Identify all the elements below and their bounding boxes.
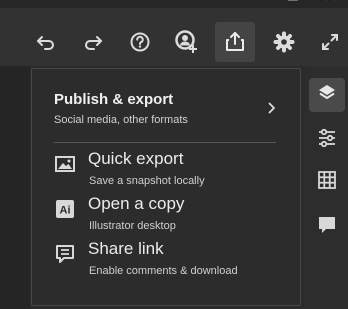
illustrator-badge: Ai (60, 205, 71, 217)
close-icon[interactable] (326, 0, 338, 6)
canvas-area (0, 66, 30, 309)
open-copy-description: Illustrator desktop (89, 220, 176, 232)
quick-export-option[interactable]: Quick export Save a snapshot locally (54, 149, 284, 193)
quick-export-description: Save a snapshot locally (89, 175, 205, 187)
share-link-option[interactable]: Share link Enable comments & download (54, 239, 284, 283)
redo-icon (82, 31, 104, 53)
invite-icon (175, 30, 199, 54)
invite-button[interactable] (167, 22, 207, 62)
redo-button[interactable] (73, 22, 113, 62)
maximize-icon[interactable] (287, 0, 299, 6)
publish-export-option[interactable]: Publish & export Social media, other for… (32, 69, 300, 141)
expand-icon (320, 32, 340, 52)
menu-divider (54, 142, 276, 143)
grid-button[interactable] (309, 165, 345, 199)
settings-icon (273, 31, 295, 53)
layers-icon (317, 83, 337, 108)
undo-icon (35, 31, 57, 53)
help-icon (129, 31, 151, 53)
expand-button[interactable] (310, 22, 348, 62)
share-export-icon (224, 31, 246, 53)
publish-export-subtitle: Social media, other formats (54, 114, 188, 126)
image-icon (54, 153, 76, 175)
quick-export-label: Quick export (88, 149, 184, 168)
grid-icon (317, 170, 337, 195)
comments-button[interactable] (309, 210, 345, 244)
illustrator-icon: Ai (54, 198, 76, 220)
minimize-icon[interactable] (246, 0, 258, 6)
share-link-label: Share link (88, 239, 164, 258)
share-export-menu: Publish & export Social media, other for… (31, 68, 301, 306)
settings-button[interactable] (264, 22, 304, 62)
share-link-description: Enable comments & download (89, 265, 238, 277)
window-titlebar (0, 0, 348, 8)
layers-button[interactable] (309, 78, 345, 112)
top-toolbar (0, 8, 348, 66)
properties-icon (317, 128, 337, 153)
share-export-button[interactable] (215, 22, 255, 62)
right-panel-bar (305, 66, 348, 309)
undo-button[interactable] (26, 22, 66, 62)
publish-export-title: Publish & export (54, 91, 174, 108)
open-copy-option[interactable]: Ai Open a copy Illustrator desktop (54, 194, 284, 238)
comment-icon (54, 243, 76, 265)
chevron-right-icon (268, 101, 276, 119)
open-copy-label: Open a copy (88, 194, 185, 213)
help-button[interactable] (120, 22, 160, 62)
properties-button[interactable] (309, 123, 345, 157)
comments-icon (317, 215, 337, 240)
